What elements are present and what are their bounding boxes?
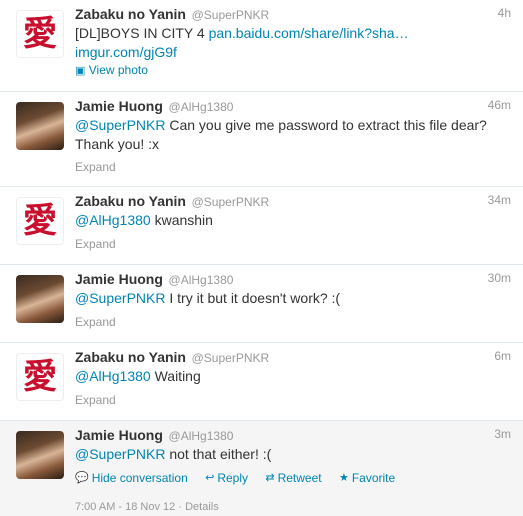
tweet-meta: 7:00 AM - 18 Nov 12 · Details (75, 501, 219, 513)
avatar[interactable] (16, 275, 64, 323)
avatar[interactable] (16, 431, 64, 479)
tweet-text: @SuperPNKR not that either! :( (75, 445, 505, 464)
tweet-item[interactable]: 愛 Zabaku no Yanin @SuperPNKR 6m @AlHg138… (0, 343, 523, 421)
tweet-text-body: not that either! :( (165, 446, 272, 462)
expand-link[interactable]: Expand (75, 160, 116, 174)
expand-link[interactable]: Expand (75, 393, 116, 407)
tweet-text: @AlHg1380 kwanshin (75, 211, 505, 230)
speech-bubble-icon: 💬 (75, 472, 89, 484)
fullname[interactable]: Jamie Huong (75, 427, 163, 443)
tweet-item[interactable]: 愛 Zabaku no Yanin @SuperPNKR 4h [DL]BOYS… (0, 0, 523, 92)
fullname[interactable]: Zabaku no Yanin (75, 349, 186, 365)
fullname[interactable]: Zabaku no Yanin (75, 193, 186, 209)
tweet-conversation: 愛 Zabaku no Yanin @SuperPNKR 4h [DL]BOYS… (0, 0, 523, 516)
photo-icon: ▣ (75, 65, 86, 77)
tweet-text: @SuperPNKR Can you give me password to e… (75, 116, 505, 154)
mention-link[interactable]: @AlHg1380 (75, 368, 151, 384)
hide-conversation-label: Hide conversation (91, 470, 188, 485)
view-photo-button[interactable]: ▣ View photo (75, 63, 148, 77)
tweet-time[interactable]: 6m (494, 349, 511, 363)
avatar-kanji: 愛 (23, 357, 57, 397)
retweet-icon: ⇄ (265, 472, 275, 484)
tweet-text: @SuperPNKR I try it but it doesn't work?… (75, 289, 505, 308)
retweet-label: Retweet (277, 470, 322, 485)
fullname[interactable]: Jamie Huong (75, 98, 163, 114)
tweet-time[interactable]: 4h (498, 6, 511, 20)
tweet-header: Zabaku no Yanin @SuperPNKR (75, 6, 269, 22)
tweet-item[interactable]: 愛 Zabaku no Yanin @SuperPNKR 34m @AlHg13… (0, 187, 523, 265)
favorite-label: Favorite (351, 470, 396, 485)
username[interactable]: @AlHg1380 (169, 273, 234, 287)
username[interactable]: @AlHg1380 (169, 429, 234, 443)
avatar[interactable]: 愛 (16, 10, 64, 58)
mention-link[interactable]: @SuperPNKR (75, 446, 165, 462)
tweet-link[interactable]: imgur.com/gjG9f (75, 44, 177, 60)
tweet-text-body: Waiting (150, 368, 201, 384)
avatar-kanji: 愛 (23, 201, 57, 241)
tweet-item[interactable]: Jamie Huong @AlHg1380 46m @SuperPNKR Can… (0, 92, 523, 187)
tweet-link[interactable]: pan.baidu.com/share/link?sha… (209, 25, 409, 41)
tweet-text: [DL]BOYS IN CITY 4 pan.baidu.com/share/l… (75, 24, 505, 62)
mention-link[interactable]: @SuperPNKR (75, 290, 165, 306)
tweet-timestamp[interactable]: 7:00 AM - 18 Nov 12 (75, 501, 175, 513)
username[interactable]: @AlHg1380 (169, 100, 234, 114)
fullname[interactable]: Jamie Huong (75, 271, 163, 287)
tweet-header: Zabaku no Yanin @SuperPNKR (75, 349, 269, 365)
star-icon: ★ (338, 472, 349, 484)
tweet-time[interactable]: 30m (488, 271, 511, 285)
tweet-time[interactable]: 34m (488, 193, 511, 207)
tweet-time[interactable]: 46m (488, 98, 511, 112)
fullname[interactable]: Zabaku no Yanin (75, 6, 186, 22)
expand-link[interactable]: Expand (75, 237, 116, 251)
tweet-header: Jamie Huong @AlHg1380 (75, 427, 233, 443)
avatar[interactable] (16, 102, 64, 150)
username[interactable]: @SuperPNKR (192, 351, 270, 365)
tweet-header: Zabaku no Yanin @SuperPNKR (75, 193, 269, 209)
tweet-actions: 💬 Hide conversation ↩ Reply ⇄ Retweet ★ Favo… (75, 470, 409, 485)
tweet-item-open[interactable]: Jamie Huong @AlHg1380 3m @SuperPNKR not … (0, 421, 523, 516)
reply-label: Reply (217, 470, 249, 485)
view-photo-label: View photo (88, 63, 148, 77)
tweet-item[interactable]: Jamie Huong @AlHg1380 30m @SuperPNKR I t… (0, 265, 523, 343)
favorite-button[interactable]: ★ Favorite (339, 471, 395, 485)
tweet-header: Jamie Huong @AlHg1380 (75, 271, 233, 287)
retweet-button[interactable]: ⇄ Retweet (265, 471, 321, 485)
mention-link[interactable]: @SuperPNKR (75, 117, 165, 133)
details-link[interactable]: Details (185, 501, 219, 513)
reply-button[interactable]: ↩ Reply (205, 471, 248, 485)
hide-conversation-button[interactable]: 💬 Hide conversation (75, 471, 188, 485)
mention-link[interactable]: @AlHg1380 (75, 212, 151, 228)
expand-link[interactable]: Expand (75, 315, 116, 329)
tweet-text: @AlHg1380 Waiting (75, 367, 505, 386)
reply-icon: ↩ (205, 472, 215, 484)
tweet-text-body: kwanshin (150, 212, 213, 228)
username[interactable]: @SuperPNKR (192, 195, 270, 209)
avatar-kanji: 愛 (23, 14, 57, 54)
tweet-text-body: I try it but it doesn't work? :( (165, 290, 341, 306)
tweet-text-prefix: [DL]BOYS IN CITY 4 (75, 25, 209, 41)
avatar[interactable]: 愛 (16, 353, 64, 401)
avatar[interactable]: 愛 (16, 197, 64, 245)
tweet-time[interactable]: 3m (494, 427, 511, 441)
username[interactable]: @SuperPNKR (192, 8, 270, 22)
tweet-header: Jamie Huong @AlHg1380 (75, 98, 233, 114)
